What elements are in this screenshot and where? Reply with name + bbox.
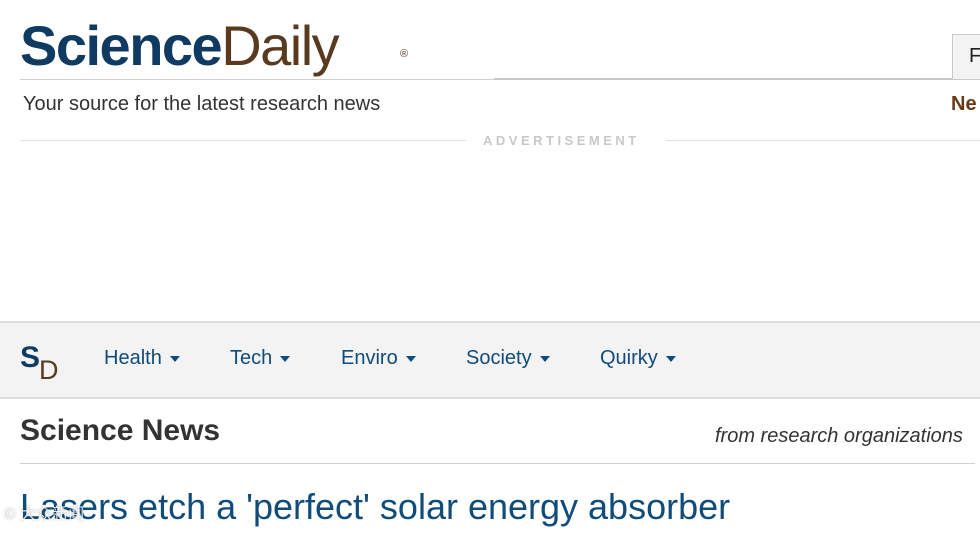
section-divider	[20, 463, 975, 464]
page: ScienceDaily ® F Your source for the lat…	[0, 0, 980, 534]
section-title: Science News	[20, 414, 221, 447]
ad-divider-left	[20, 140, 466, 141]
nav-item-label: Tech	[230, 347, 273, 369]
caret-down-icon	[280, 355, 291, 362]
section-subtitle: from research organizations	[715, 425, 963, 447]
nav-item-label: Health	[104, 347, 162, 369]
sd-mark-d: D	[39, 355, 59, 385]
sd-home-logo[interactable]: S D	[20, 341, 60, 385]
nav-item-quirky[interactable]: Quirky	[600, 347, 676, 370]
main-nav-bar: S D Health Tech Enviro Society Quirky	[0, 321, 980, 399]
registered-mark: ®	[400, 48, 409, 60]
nav-item-society[interactable]: Society	[466, 347, 550, 370]
search-divider	[494, 78, 954, 80]
watermark: © 大众新闻	[4, 506, 85, 523]
logo-science-text: Science	[20, 14, 223, 77]
caret-down-icon	[665, 355, 676, 362]
ad-divider-right	[666, 140, 980, 141]
nav-item-health[interactable]: Health	[104, 347, 180, 370]
sciencedaily-logo[interactable]: ScienceDaily ®	[20, 14, 408, 78]
nav-item-label: Society	[466, 347, 532, 369]
nav-item-label: Enviro	[341, 347, 398, 369]
caret-down-icon	[169, 355, 180, 362]
top-nav-link[interactable]: Ne	[951, 93, 977, 116]
advertisement-label: ADVERTISEMENT	[483, 133, 640, 148]
caret-down-icon	[539, 355, 550, 362]
article-headline-link[interactable]: Lasers etch a 'perfect' solar energy abs…	[20, 486, 730, 528]
logo-divider	[20, 79, 494, 80]
caret-down-icon	[405, 355, 416, 362]
nav-item-tech[interactable]: Tech	[230, 347, 291, 370]
nav-item-enviro[interactable]: Enviro	[341, 347, 416, 370]
sd-mark-s: S	[20, 341, 41, 374]
search-input[interactable]: F	[952, 34, 980, 80]
nav-item-label: Quirky	[600, 347, 658, 369]
logo-daily-text: Daily	[221, 14, 339, 77]
site-tagline: Your source for the latest research news	[23, 93, 381, 115]
